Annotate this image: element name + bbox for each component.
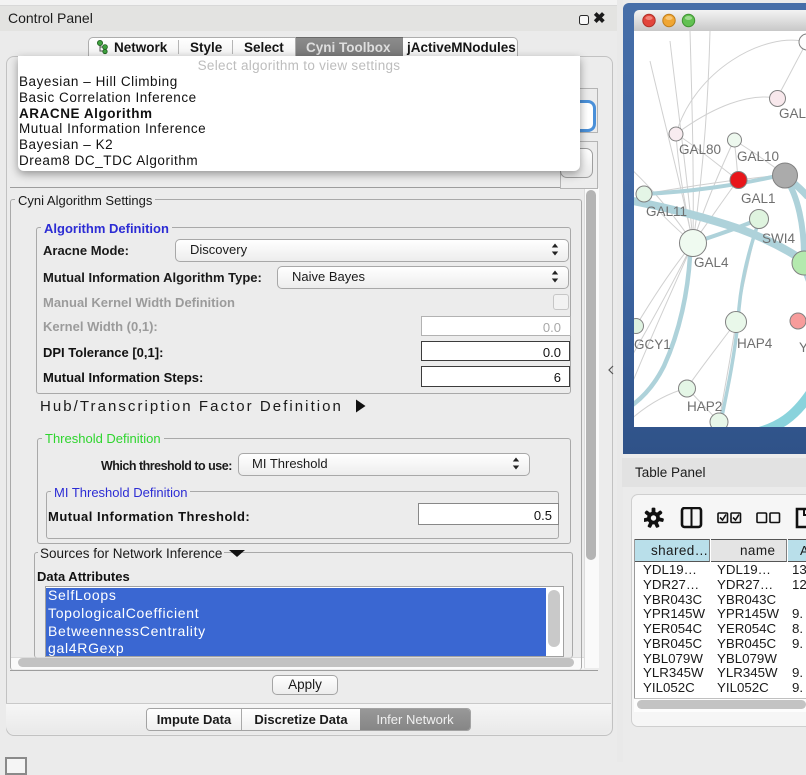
svg-text:GAL: GAL bbox=[779, 106, 806, 121]
svg-text:GCY1: GCY1 bbox=[634, 337, 671, 352]
svg-text:GAL11: GAL11 bbox=[646, 204, 687, 219]
svg-text:SWI4: SWI4 bbox=[762, 231, 795, 246]
svg-text:GAL10: GAL10 bbox=[737, 149, 779, 164]
svg-text:HAP2: HAP2 bbox=[687, 399, 722, 414]
svg-text:GAL80: GAL80 bbox=[679, 142, 721, 157]
svg-text:HAP4: HAP4 bbox=[737, 336, 773, 351]
svg-text:GAL1: GAL1 bbox=[741, 191, 776, 206]
svg-text:Y: Y bbox=[799, 340, 806, 355]
svg-text:GAL4: GAL4 bbox=[694, 255, 729, 270]
